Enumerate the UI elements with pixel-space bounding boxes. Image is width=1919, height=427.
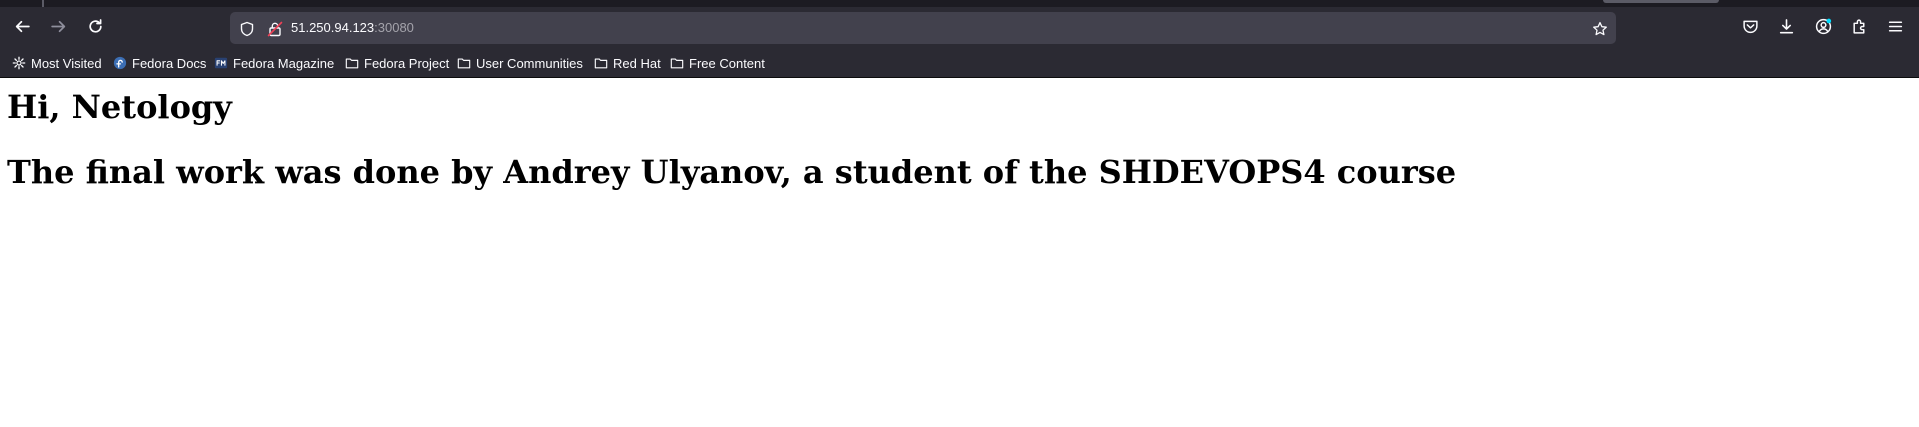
shield-icon[interactable] <box>238 20 255 37</box>
bookmark-label: Red Hat <box>613 55 661 71</box>
star-icon[interactable] <box>1591 20 1608 37</box>
url-host: 51.250.94.123 <box>291 20 375 35</box>
extensions-button[interactable] <box>1846 15 1872 41</box>
fm-icon <box>213 56 228 71</box>
bookmark-folder-user-communities[interactable]: User Communities <box>456 53 583 73</box>
url-port: :30080 <box>374 20 414 35</box>
url-text[interactable]: 51.250.94.123:30080 <box>291 20 414 36</box>
address-bar[interactable]: 51.250.94.123:30080 <box>230 12 1616 44</box>
bookmark-label: Fedora Project <box>364 55 450 71</box>
bookmark-label: Fedora Magazine <box>233 55 335 71</box>
bookmark-label: Fedora Docs <box>132 55 207 71</box>
folder-icon <box>456 56 471 71</box>
fedora-icon <box>112 56 127 71</box>
account-button[interactable] <box>1810 15 1836 41</box>
gear-icon <box>11 56 26 71</box>
bookmark-fedora-magazine[interactable]: Fedora Magazine <box>213 53 334 73</box>
bookmark-fedora-docs[interactable]: Fedora Docs <box>112 53 206 73</box>
bookmark-label: Most Visited <box>31 55 102 71</box>
puzzle-icon <box>1851 18 1868 39</box>
page-subheading: The final work was done by Andrey Ulyano… <box>7 153 1457 191</box>
tab-strip <box>0 0 1919 7</box>
reload-icon <box>87 18 104 39</box>
arrow-left-icon <box>14 18 31 39</box>
account-icon <box>1815 18 1832 39</box>
page-content: Hi, Netology The final work was done by … <box>0 78 1919 427</box>
tab-separator <box>42 0 44 7</box>
downloads-button[interactable] <box>1773 15 1799 41</box>
page-heading: Hi, Netology <box>7 88 232 126</box>
bookmark-label: Free Content <box>689 55 765 71</box>
bookmark-folder-free-content[interactable]: Free Content <box>669 53 765 73</box>
bookmark-folder-fedora-project[interactable]: Fedora Project <box>344 53 449 73</box>
forward-button[interactable] <box>45 15 71 41</box>
reload-button[interactable] <box>82 15 108 41</box>
tab-indicator[interactable] <box>1603 0 1719 3</box>
hamburger-icon <box>1887 18 1904 39</box>
folder-icon <box>669 56 684 71</box>
folder-icon <box>344 56 359 71</box>
back-button[interactable] <box>9 15 35 41</box>
menu-button[interactable] <box>1882 15 1908 41</box>
navigation-toolbar: 51.250.94.123:30080 <box>0 7 1919 49</box>
arrow-right-icon <box>50 18 67 39</box>
bookmark-label: User Communities <box>476 55 583 71</box>
folder-icon <box>593 56 608 71</box>
lock-slash-icon[interactable] <box>266 20 283 37</box>
pocket-button[interactable] <box>1737 15 1763 41</box>
bookmarks-toolbar: Most Visited Fedora Docs Fedora Magazine… <box>0 49 1919 78</box>
download-icon <box>1778 18 1795 39</box>
bookmark-folder-red-hat[interactable]: Red Hat <box>593 53 661 73</box>
pocket-icon <box>1742 18 1759 39</box>
bookmark-most-visited[interactable]: Most Visited <box>11 53 102 73</box>
